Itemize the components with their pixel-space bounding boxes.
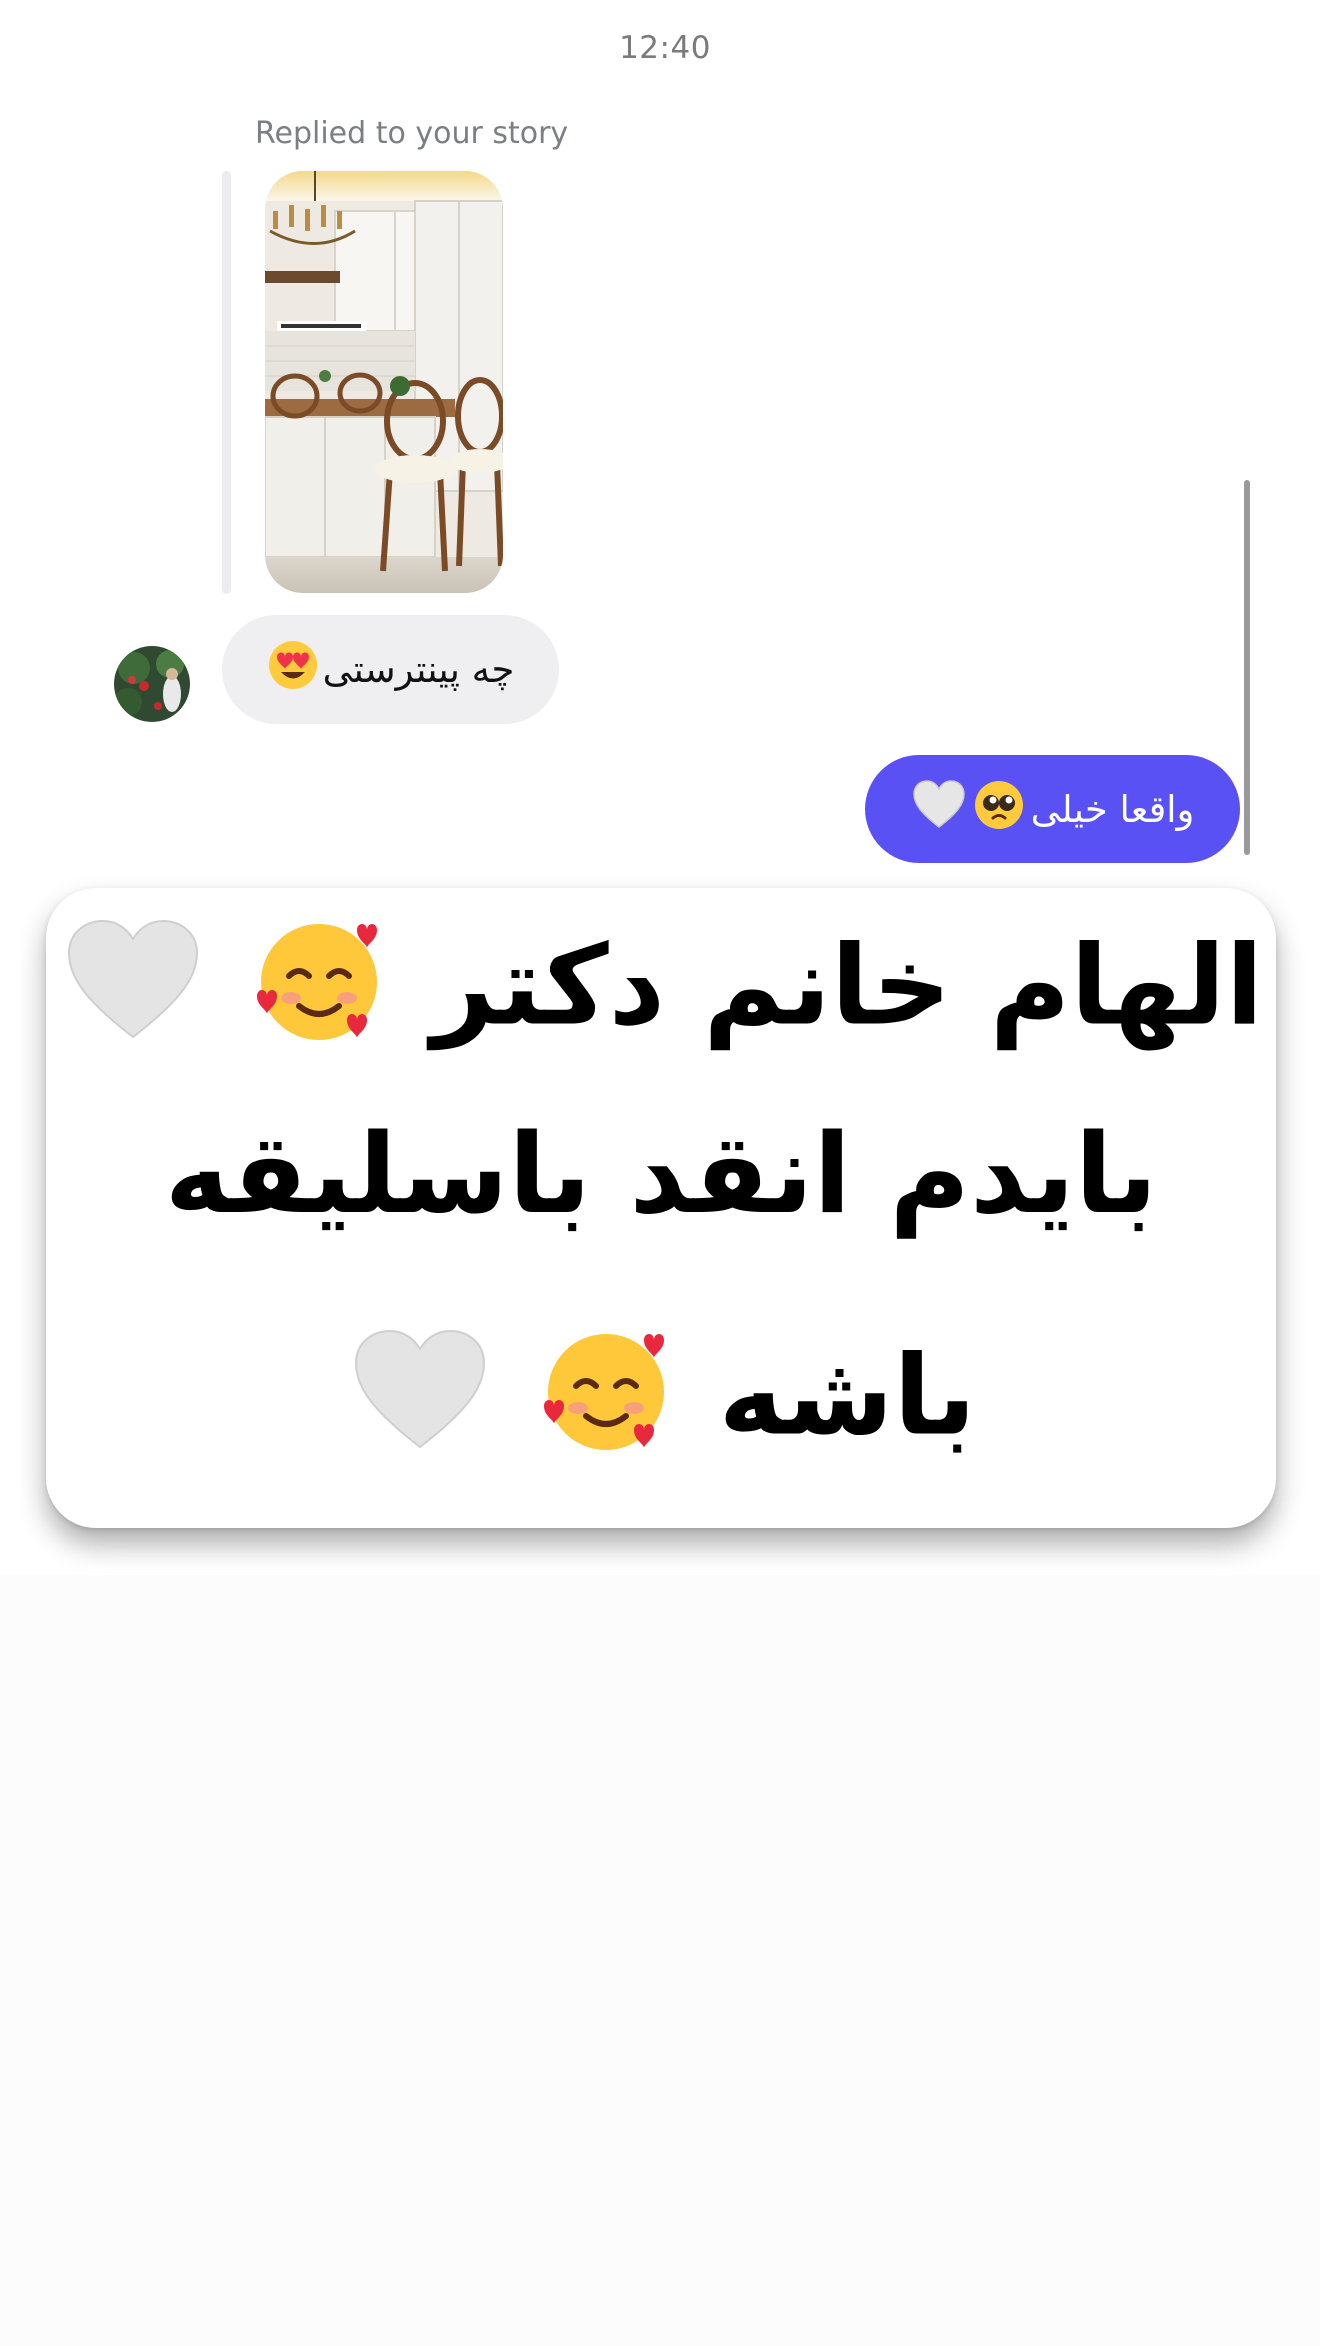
overlay-line-3: باشه [46, 1320, 1276, 1486]
white-heart-icon [63, 915, 203, 1071]
overlay-line-2: بایدم انقد باسلیقه [46, 1110, 1276, 1238]
overlay-line-1: الهام خانم دکتر [46, 910, 1276, 1076]
incoming-message-bubble[interactable]: چه پینترستی [222, 615, 559, 724]
white-heart-emoji-icon [911, 779, 967, 840]
message-timestamp: 12:40 [619, 30, 711, 66]
smiling-face-with-hearts-icon [536, 1320, 676, 1486]
sender-avatar[interactable] [114, 646, 190, 722]
outgoing-message-bubble[interactable]: واقعا خیلی [865, 755, 1240, 863]
story-thumbnail[interactable] [265, 171, 503, 593]
avatar-image [114, 646, 190, 722]
smiling-face-with-hearts-icon [249, 910, 389, 1076]
chat-scrollbar[interactable] [1244, 480, 1250, 855]
reply-indicator-bar [222, 171, 231, 594]
pleading-face-emoji-icon [973, 779, 1025, 840]
outgoing-message-text: واقعا خیلی [1030, 787, 1195, 831]
overlay-line-2-text: بایدم انقد باسلیقه [164, 1110, 1158, 1238]
kitchen-story-image [265, 171, 503, 593]
heart-eyes-emoji-icon [267, 639, 319, 700]
overlay-line-1-text: الهام خانم دکتر [431, 921, 1264, 1050]
overlay-text-card: الهام خانم دکتر بایدم انقد باسلیقه باشه [46, 888, 1276, 1528]
incoming-message-text: چه پینترستی [322, 648, 515, 691]
white-heart-icon [350, 1325, 490, 1481]
story-reply-caption: Replied to your story [255, 116, 569, 151]
overlay-line-3-text: باشه [718, 1331, 977, 1460]
